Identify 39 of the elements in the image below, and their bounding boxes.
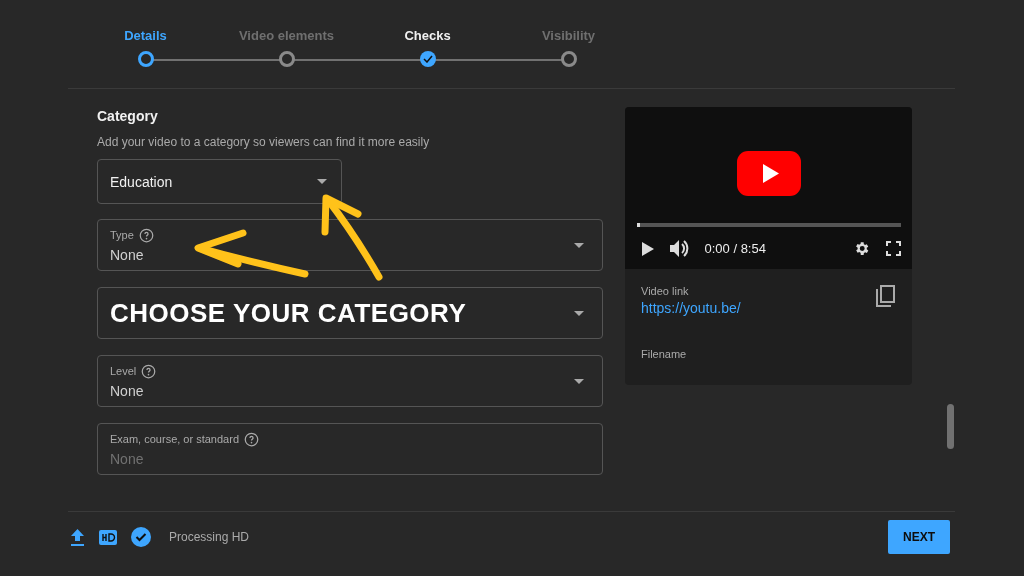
check-circle-icon xyxy=(131,527,151,547)
scrollbar-thumb[interactable] xyxy=(947,404,954,449)
dropdown-field[interactable]: Type None xyxy=(97,219,603,271)
help-icon[interactable] xyxy=(138,227,154,243)
upload-icon xyxy=(70,528,85,546)
info-label: Filename xyxy=(641,348,688,360)
volume-icon[interactable] xyxy=(669,240,689,257)
field-value: None xyxy=(110,382,145,399)
play-icon[interactable] xyxy=(641,241,654,256)
help-icon[interactable] xyxy=(141,363,157,379)
progress-track[interactable] xyxy=(636,223,901,227)
dropdown-caret-icon xyxy=(574,378,584,384)
dropdown-caret-icon xyxy=(317,179,327,184)
step-label[interactable]: Checks xyxy=(404,28,451,43)
overlay-caption: CHOOSE YOUR CATEGORY xyxy=(110,297,467,329)
dropdown-field[interactable]: Level None xyxy=(97,355,603,407)
step-label[interactable]: Details xyxy=(124,28,167,43)
copy-icon[interactable] xyxy=(876,285,896,307)
input-field[interactable]: Exam, course, or standard None xyxy=(97,423,603,475)
field-label: Exam, course, or standard xyxy=(110,433,239,445)
section-description: Add your video to a category so viewers can find it more easily xyxy=(97,135,431,149)
section-title: Category xyxy=(97,108,159,124)
help-icon[interactable] xyxy=(244,431,259,447)
field-label: Level xyxy=(110,365,137,377)
hd-icon xyxy=(99,529,117,545)
play-logo-icon[interactable] xyxy=(736,151,801,196)
field-value: None xyxy=(110,246,145,263)
processing-status: Processing HD xyxy=(169,530,251,544)
field-placeholder: None xyxy=(110,450,145,467)
video-time: 0:00 / 8:54 xyxy=(704,241,767,256)
info-label: Video link xyxy=(641,285,690,297)
category-dropdown[interactable]: Education xyxy=(97,159,342,204)
field-label: Type xyxy=(110,229,134,241)
video-link[interactable]: https://youtu.be/ xyxy=(641,300,741,316)
dropdown-field[interactable]: CHOOSE YOUR CATEGORY xyxy=(97,287,603,339)
dropdown-caret-icon xyxy=(574,310,584,316)
next-button[interactable]: NEXT xyxy=(888,520,950,554)
fullscreen-icon[interactable] xyxy=(885,241,901,256)
dropdown-caret-icon xyxy=(574,242,584,248)
